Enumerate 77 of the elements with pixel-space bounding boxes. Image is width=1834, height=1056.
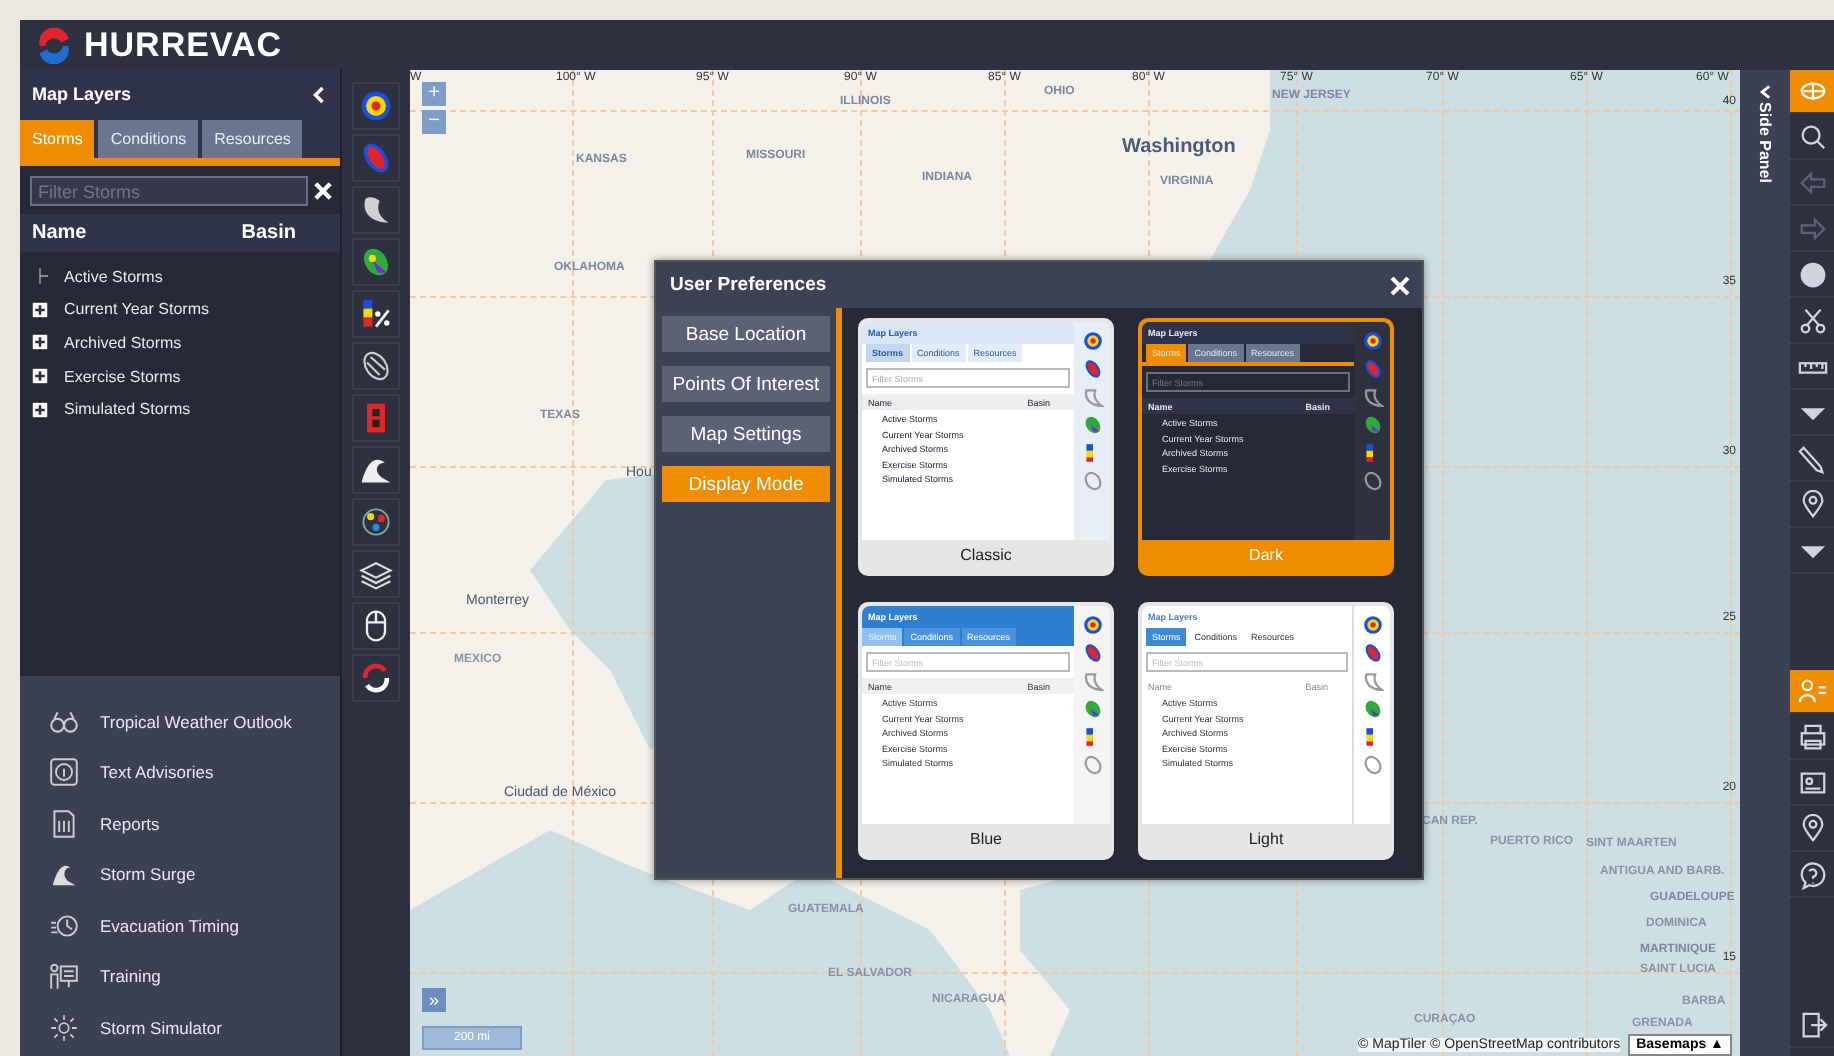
clear-icon[interactable] [314, 182, 332, 200]
card-icon [1797, 768, 1827, 798]
wind-layer-button[interactable] [352, 186, 400, 234]
menu-item[interactable]: Training [100, 966, 161, 987]
mode-label: Light [1246, 828, 1286, 852]
stack-layer-button[interactable] [352, 550, 400, 598]
back-icon [1797, 168, 1827, 198]
layer-tab[interactable]: Resources [202, 120, 303, 158]
tree-item[interactable]: Simulated Storms [64, 400, 191, 419]
person-icon [1797, 676, 1827, 706]
search-icon [1797, 122, 1827, 152]
mouse-layer-button[interactable] [352, 602, 400, 650]
advisory-icon [48, 756, 80, 789]
pin-icon [1797, 490, 1827, 520]
tree-item[interactable]: Active Storms [64, 267, 163, 286]
menu-item[interactable]: Reports [100, 813, 160, 834]
signal-layer-button[interactable] [352, 394, 400, 442]
side-panel-bar[interactable]: Side Panel [1740, 70, 1790, 1056]
mode-label: Dark [1247, 544, 1285, 568]
training-icon [48, 960, 80, 993]
preferences-nav-button[interactable]: Points Of Interest [662, 366, 830, 402]
printer-icon [1797, 722, 1827, 752]
rain-icon [358, 244, 394, 280]
panel-title: Map Layers [32, 84, 132, 104]
percent-icon [358, 296, 394, 332]
tree-item[interactable]: Exercise Storms [64, 367, 181, 386]
chevron-icon [1759, 85, 1771, 99]
swath-layer-button[interactable] [352, 342, 400, 390]
person-tool-button[interactable] [1790, 670, 1834, 714]
pin-icon [1797, 814, 1827, 844]
track-layer-button[interactable] [352, 134, 400, 182]
surge-layer-button[interactable] [352, 446, 400, 494]
tree-item[interactable]: Archived Storms [64, 333, 182, 352]
filter-field[interactable]: Filter Storms [30, 176, 308, 206]
layer-tab[interactable]: Conditions [98, 120, 199, 158]
collapse-chevron-icon[interactable] [312, 85, 326, 103]
mode-label: Classic [958, 544, 1014, 568]
stack-icon [358, 556, 394, 592]
expand-icon[interactable] [32, 401, 48, 418]
menu-item[interactable]: Storm Simulator [100, 1017, 222, 1038]
app-name: HURREVAC [84, 25, 283, 65]
map-view[interactable] [410, 70, 1740, 1056]
scissors-icon [1797, 306, 1827, 336]
close-icon[interactable] [1390, 275, 1410, 295]
menu-item[interactable]: Storm Surge [100, 864, 196, 885]
menu-item[interactable]: Tropical Weather Outlook [100, 711, 292, 732]
side-panel-label: Side Panel [1756, 102, 1774, 183]
pin-tool-button[interactable] [1790, 484, 1834, 528]
forward-icon [1797, 214, 1827, 244]
exit-icon [1797, 1010, 1827, 1040]
preferences-nav-button[interactable]: Map Settings [662, 416, 830, 452]
cone-icon [358, 88, 394, 124]
preferences-nav-button[interactable]: Base Location [662, 316, 830, 352]
layers-tool-button[interactable] [1790, 70, 1834, 114]
refresh-layer-button[interactable] [352, 654, 400, 702]
rain-layer-button[interactable] [352, 238, 400, 286]
pin-tool-button[interactable] [1790, 808, 1834, 852]
menu-item[interactable]: Text Advisories [100, 762, 214, 783]
cone-layer-button[interactable] [352, 82, 400, 130]
clock-icon [48, 909, 80, 942]
dots-layer-button[interactable] [352, 498, 400, 546]
place-label: Washington [1122, 136, 1236, 158]
column-header: Basin [241, 222, 296, 244]
mode-label: Blue [967, 828, 1004, 852]
refresh-icon [358, 660, 394, 696]
expand-icon[interactable] [32, 334, 48, 351]
menu-item[interactable]: Evacuation Timing [100, 915, 239, 936]
dialog-title: User Preferences [670, 274, 827, 296]
column-header: Name [32, 222, 87, 244]
report-icon [48, 807, 80, 840]
pencil-icon [1797, 444, 1827, 474]
expand-icon[interactable] [32, 368, 48, 385]
help-icon [1797, 860, 1827, 890]
percent-layer-button[interactable] [352, 290, 400, 338]
track-icon [358, 140, 394, 176]
expand-icon[interactable] [32, 301, 48, 318]
tree-item[interactable]: Current Year Storms [64, 300, 209, 319]
